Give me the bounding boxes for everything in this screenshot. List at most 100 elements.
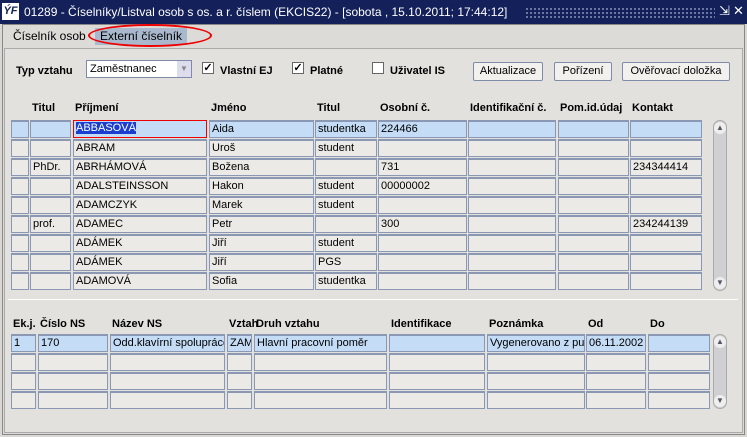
table-cell[interactable]: 170 [38,334,108,352]
table-cell[interactable] [630,272,702,290]
table-cell[interactable] [378,253,467,271]
table-cell[interactable] [630,234,702,252]
table-cell[interactable]: PhDr. [30,158,71,176]
aktualizace-button[interactable]: Aktualizace [473,62,543,81]
table-cell[interactable] [378,139,467,157]
table-cell[interactable] [227,353,252,371]
table-cell[interactable]: ADAMEC [73,215,207,233]
table-cell[interactable]: ABRAM [73,139,207,157]
table-cell[interactable] [558,215,629,233]
table-cell[interactable] [11,177,29,195]
table-cell[interactable] [30,139,71,157]
table-cell[interactable] [648,391,710,409]
scroll-up-icon[interactable]: ▲ [714,336,726,348]
table-cell[interactable] [254,353,387,371]
table-cell[interactable] [11,391,36,409]
table-cell[interactable]: studentka [315,120,377,138]
table-cell[interactable] [389,353,485,371]
scroll-down-icon[interactable]: ▼ [714,277,726,289]
table-cell[interactable] [630,196,702,214]
uzivatel-is-checkbox[interactable] [372,62,384,74]
table-cell[interactable] [586,391,646,409]
table-cell[interactable] [11,253,29,271]
table-cell[interactable]: student [315,234,377,252]
table-cell[interactable]: PGS [315,253,377,271]
vlastni-ej-checkbox[interactable]: ✓ [202,62,214,74]
table-cell[interactable] [378,196,467,214]
table-cell[interactable] [254,372,387,390]
table-cell[interactable] [227,391,252,409]
table-cell[interactable] [558,139,629,157]
table-cell[interactable]: 06.11.2002 [586,334,646,352]
table-cell[interactable]: Uroš [209,139,314,157]
table-cell[interactable] [468,272,556,290]
minimize-button[interactable]: ⇲ [719,3,730,19]
table-cell[interactable]: ZAM [227,334,252,352]
table-cell[interactable] [11,353,36,371]
table-cell[interactable]: Hakon [209,177,314,195]
table-cell[interactable] [468,215,556,233]
table-cell[interactable]: 234244139 [630,215,702,233]
typ-vztahu-select[interactable]: Zaměstnanec ▼ [86,60,192,78]
porizeni-button[interactable]: Pořízení [554,62,612,81]
table-cell[interactable] [586,372,646,390]
table-cell[interactable] [487,391,585,409]
table-cell[interactable]: Sofia [209,272,314,290]
persons-scrollbar[interactable]: ▲ ▼ [713,120,727,291]
table-cell[interactable]: Jiří [209,253,314,271]
table-cell[interactable]: Božena [209,158,314,176]
table-cell[interactable] [30,234,71,252]
table-cell[interactable] [227,372,252,390]
table-cell[interactable]: ABBASOVÁ [73,120,207,138]
tab-ciselnik-osob[interactable]: Číselník osob [8,28,91,45]
table-cell[interactable]: Jiří [209,234,314,252]
table-cell[interactable] [11,139,29,157]
table-cell[interactable]: 300 [378,215,467,233]
table-cell[interactable] [30,177,71,195]
table-cell[interactable]: Hlavní pracovní poměr [254,334,387,352]
table-cell[interactable] [254,391,387,409]
table-cell[interactable] [558,177,629,195]
table-cell[interactable] [30,253,71,271]
table-cell[interactable] [468,234,556,252]
table-cell[interactable] [11,196,29,214]
table-cell[interactable] [110,353,225,371]
table-cell[interactable] [38,391,108,409]
table-cell[interactable]: 00000002 [378,177,467,195]
table-cell[interactable]: ABRHÁMOVÁ [73,158,207,176]
table-cell[interactable] [378,272,467,290]
table-cell[interactable]: prof. [30,215,71,233]
table-cell[interactable]: Petr [209,215,314,233]
table-cell[interactable]: 731 [378,158,467,176]
table-cell[interactable] [648,334,710,352]
table-cell[interactable] [630,139,702,157]
table-cell[interactable] [11,158,29,176]
table-cell[interactable]: ADALSTEINSSON [73,177,207,195]
table-cell[interactable] [11,120,29,138]
table-cell[interactable] [30,196,71,214]
table-cell[interactable] [487,372,585,390]
table-cell[interactable] [468,139,556,157]
table-cell[interactable]: Aida [209,120,314,138]
table-cell[interactable] [558,196,629,214]
table-cell[interactable] [558,272,629,290]
table-cell[interactable] [630,177,702,195]
table-cell[interactable]: ADAMOVÁ [73,272,207,290]
table-cell[interactable]: 1 [11,334,36,352]
table-cell[interactable] [110,372,225,390]
table-cell[interactable] [110,391,225,409]
table-cell[interactable]: 234344414 [630,158,702,176]
table-cell[interactable] [468,196,556,214]
table-cell[interactable] [487,353,585,371]
table-cell[interactable]: student [315,196,377,214]
table-cell[interactable] [648,353,710,371]
table-cell[interactable] [468,120,556,138]
table-cell[interactable] [11,372,36,390]
table-cell[interactable] [630,253,702,271]
table-cell[interactable] [630,120,702,138]
table-cell[interactable] [468,177,556,195]
table-cell[interactable] [389,391,485,409]
table-cell[interactable] [558,158,629,176]
table-cell[interactable] [11,215,29,233]
table-cell[interactable] [30,272,71,290]
